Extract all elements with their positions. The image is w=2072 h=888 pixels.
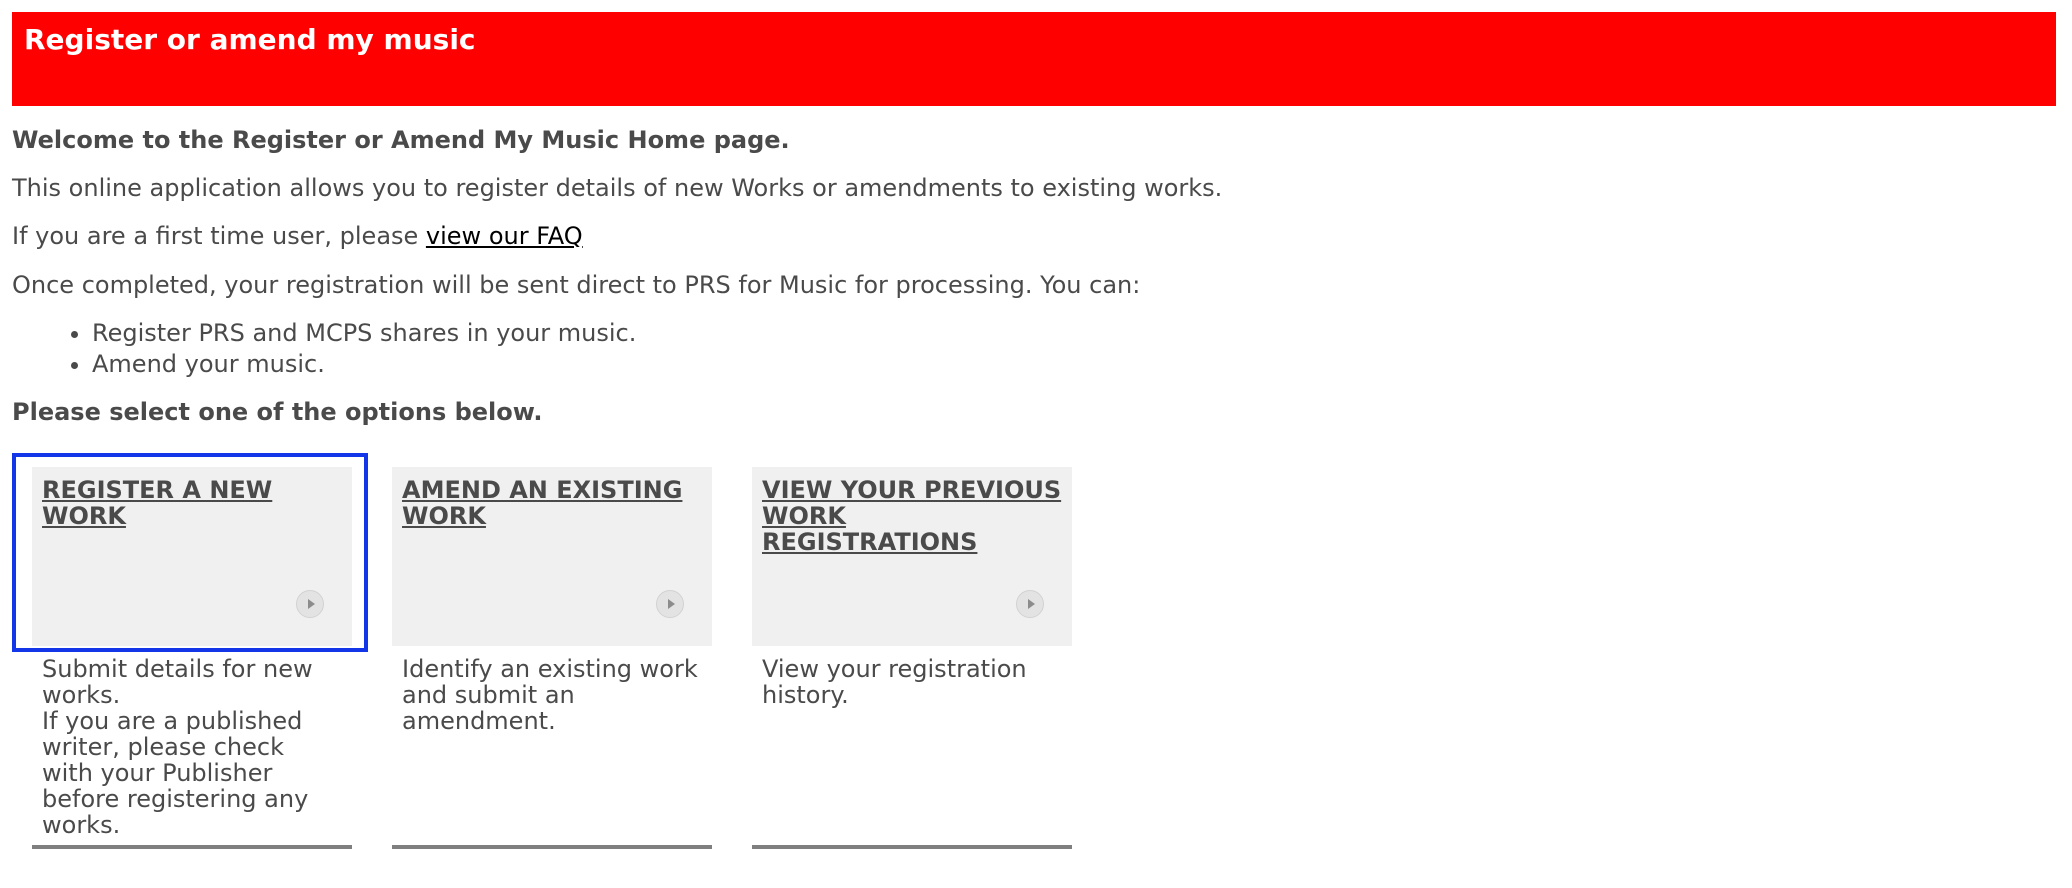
- play-arrow-icon[interactable]: [1016, 590, 1044, 618]
- select-prompt: Please select one of the options below.: [12, 398, 543, 427]
- intro-description: This online application allows you to re…: [12, 174, 1223, 203]
- view-previous-registrations-tile[interactable]: VIEW YOUR PREVIOUS WORK REGISTRATIONS: [752, 467, 1072, 646]
- faq-link[interactable]: view our FAQ: [426, 222, 583, 250]
- option-description: View your registration history.: [762, 655, 1027, 709]
- register-new-work-description: Submit details for new works. If you are…: [32, 646, 352, 838]
- register-new-work-tile[interactable]: REGISTER A NEW WORK: [32, 467, 352, 646]
- feature-item: Register PRS and MCPS shares in your mus…: [92, 318, 2052, 349]
- card-divider: [752, 845, 1072, 849]
- amend-existing-work-description: Identify an existing work and submit an …: [392, 646, 712, 734]
- play-arrow-icon[interactable]: [296, 590, 324, 618]
- register-new-work-card: REGISTER A NEW WORK Submit details for n…: [32, 467, 352, 849]
- option-description: Submit details for new works.: [42, 655, 313, 709]
- option-note: If you are a published writer, please ch…: [42, 707, 309, 839]
- feature-list: Register PRS and MCPS shares in your mus…: [12, 318, 2052, 380]
- option-description: Identify an existing work and submit an …: [402, 655, 698, 735]
- first-time-user-text: If you are a first time user, please vie…: [12, 221, 2052, 252]
- amend-existing-work-card: AMEND AN EXISTING WORK Identify an exist…: [392, 467, 712, 849]
- register-new-work-link[interactable]: REGISTER A NEW WORK: [42, 477, 342, 529]
- view-previous-registrations-description: View your registration history.: [752, 646, 1072, 708]
- welcome-heading: Welcome to the Register or Amend My Musi…: [12, 126, 790, 154]
- page-header: Register or amend my music: [12, 12, 2056, 106]
- page-title: Register or amend my music: [24, 23, 476, 56]
- view-previous-registrations-card: VIEW YOUR PREVIOUS WORK REGISTRATIONS Vi…: [752, 467, 1072, 849]
- feature-item: Amend your music.: [92, 349, 2052, 380]
- completion-text: Once completed, your registration will b…: [12, 270, 1141, 299]
- card-divider: [392, 845, 712, 849]
- amend-existing-work-link[interactable]: AMEND AN EXISTING WORK: [402, 477, 702, 529]
- view-previous-registrations-link[interactable]: VIEW YOUR PREVIOUS WORK REGISTRATIONS: [762, 477, 1062, 555]
- main-content: Welcome to the Register or Amend My Musi…: [12, 125, 2052, 445]
- card-divider: [32, 845, 352, 849]
- first-time-prefix: If you are a first time user, please: [12, 222, 426, 251]
- amend-existing-work-tile[interactable]: AMEND AN EXISTING WORK: [392, 467, 712, 646]
- play-arrow-icon[interactable]: [656, 590, 684, 618]
